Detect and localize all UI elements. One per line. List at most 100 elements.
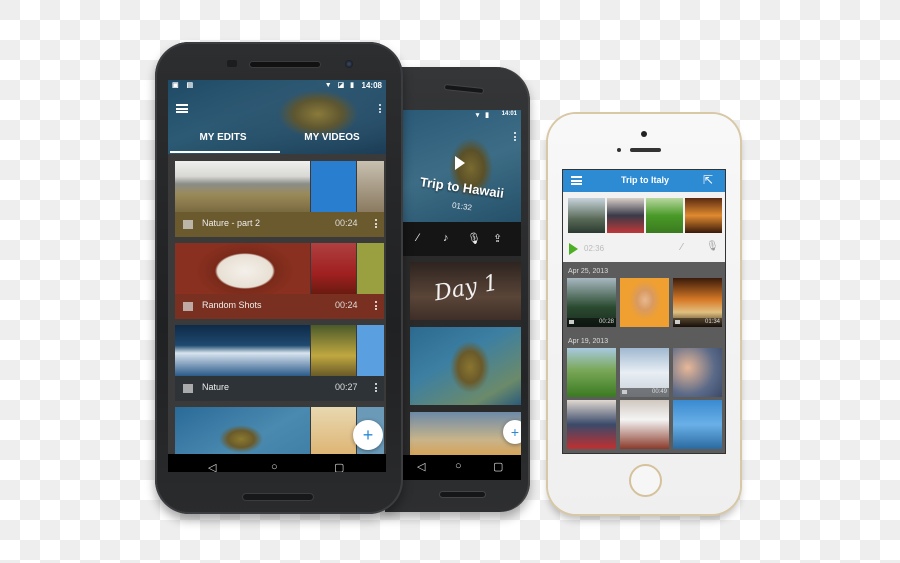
music-note-icon[interactable]: ♪	[443, 232, 449, 244]
card-menu-icon[interactable]	[375, 301, 378, 312]
play-icon[interactable]	[569, 243, 578, 255]
thumbnail-snow-trees	[175, 325, 310, 376]
video-camera-icon	[622, 390, 627, 394]
card-title: Nature	[202, 382, 230, 392]
overflow-menu-icon[interactable]	[514, 132, 517, 143]
project-title: Trip to Italy	[620, 175, 669, 185]
earpiece-speaker	[250, 62, 320, 67]
thumbnail-field	[357, 161, 384, 212]
recents-icon[interactable]: ▢	[493, 460, 503, 473]
nav-bar: ◁ ○ ▢	[168, 454, 386, 472]
upload-icon[interactable]: ⇪	[493, 232, 502, 245]
home-button[interactable]	[629, 464, 662, 497]
gallery-photo[interactable]	[620, 278, 669, 327]
home-icon[interactable]: ○	[271, 461, 278, 472]
section-date: Apr 19, 2013	[568, 338, 609, 345]
add-fab-button[interactable]: +	[503, 420, 521, 444]
card-info-bar: Nature - part 2 00:24	[175, 212, 384, 237]
thumbnail-path	[311, 325, 356, 376]
thumbnail-leaf	[357, 243, 384, 294]
video-duration: 01:34	[704, 319, 720, 325]
tab-my-videos[interactable]: MY VIDEOS	[278, 132, 386, 143]
gallery-video[interactable]: 01:34	[673, 278, 722, 327]
card-menu-icon[interactable]	[375, 383, 378, 394]
status-bar: ▣ ▤ ▼ ◪ ▮ 14:08	[168, 80, 386, 92]
android-phone-front: ▣ ▤ ▼ ◪ ▮ 14:08 MY EDITS MY VIDEOS Natur…	[155, 42, 403, 514]
project-hero[interactable]: 14:01 ▾ ▮ Trip to Hawaii 01:32	[403, 110, 521, 222]
video-card[interactable]: Nature - part 2 00:24	[175, 161, 384, 237]
gallery-video[interactable]: 00:49	[620, 348, 669, 397]
back-icon[interactable]: ◁	[417, 460, 425, 473]
card-info-bar: Random Shots 00:24	[175, 294, 384, 319]
tab-my-edits[interactable]: MY EDITS	[168, 132, 278, 143]
edit-toolbar: ⁄ ♪ 🎙 ⇪	[403, 222, 521, 256]
overflow-menu-icon[interactable]	[379, 104, 382, 115]
share-icon[interactable]: ⇱	[703, 173, 713, 187]
card-info-bar: Nature 00:27	[175, 376, 384, 401]
thumbnail-branch	[311, 161, 356, 212]
video-card[interactable]: Random Shots 00:24	[175, 243, 384, 319]
gallery-photo[interactable]	[620, 400, 669, 449]
tab-indicator	[170, 151, 280, 153]
strip-thumb[interactable]	[607, 198, 644, 233]
gallery-video[interactable]: 00:28	[567, 278, 616, 327]
video-duration: 00:49	[651, 389, 667, 395]
gallery-photo[interactable]	[567, 400, 616, 449]
add-fab-button[interactable]: +	[353, 420, 383, 450]
gallery-photo[interactable]	[673, 400, 722, 449]
clip-turtle[interactable]	[410, 327, 521, 405]
card-menu-icon[interactable]	[375, 219, 378, 230]
strip-thumb[interactable]	[568, 198, 605, 233]
status-time: 14:01	[501, 111, 517, 117]
bottom-speaker	[440, 492, 485, 497]
clip-title-card[interactable]: Day 1	[410, 262, 521, 320]
card-title: Nature - part 2	[202, 218, 261, 228]
android-phone-back: 14:01 ▾ ▮ Trip to Hawaii 01:32 ⁄ ♪ 🎙 ⇪ D…	[385, 67, 530, 512]
card-title: Random Shots	[202, 300, 262, 310]
sensor	[227, 60, 237, 67]
proximity-sensor	[617, 148, 621, 152]
strip-thumb[interactable]	[646, 198, 683, 233]
section-date: Apr 25, 2013	[568, 268, 609, 275]
thumbnail-sky	[357, 325, 384, 376]
status-icons: ▼ ◪ ▮	[324, 82, 356, 89]
microphone-icon[interactable]: 🎙	[706, 241, 719, 252]
nav-bar: Trip to Italy ⇱	[563, 170, 725, 192]
iphone-screen: Trip to Italy ⇱ 02:36 ⁄ 🎙 Apr 25, 2013 0…	[562, 169, 726, 454]
recents-icon[interactable]: ▢	[334, 461, 344, 472]
android-screen-back: 14:01 ▾ ▮ Trip to Hawaii 01:32 ⁄ ♪ 🎙 ⇪ D…	[403, 110, 521, 480]
card-duration: 00:27	[335, 382, 358, 392]
gallery-photo[interactable]	[567, 348, 616, 397]
video-camera-icon	[675, 320, 680, 324]
video-card[interactable]: Nature 00:27	[175, 325, 384, 401]
status-time: 14:08	[361, 81, 382, 90]
video-duration: 00:28	[598, 319, 614, 325]
android-screen-front: ▣ ▤ ▼ ◪ ▮ 14:08 MY EDITS MY VIDEOS Natur…	[168, 80, 386, 472]
gallery-photo[interactable]	[673, 348, 722, 397]
project-strip: 02:36 ⁄ 🎙	[563, 192, 725, 262]
notification-icons: ▣ ▤	[172, 82, 197, 89]
magic-wand-icon[interactable]: ⁄	[681, 242, 683, 253]
thumbnail-teapot	[311, 243, 356, 294]
menu-icon[interactable]	[176, 104, 188, 113]
bottom-speaker	[243, 494, 313, 500]
thumbnail-landscape	[175, 161, 310, 212]
play-icon[interactable]	[455, 156, 465, 170]
status-icons: ▾ ▮	[475, 112, 491, 119]
film-icon	[183, 302, 193, 311]
player-duration: 02:36	[584, 244, 605, 253]
video-camera-icon	[569, 320, 574, 324]
microphone-icon[interactable]: 🎙	[467, 232, 481, 245]
app-header: ▣ ▤ ▼ ◪ ▮ 14:08 MY EDITS MY VIDEOS	[168, 80, 386, 154]
film-icon	[183, 220, 193, 229]
thumbnail-tea	[175, 243, 310, 294]
strip-thumb[interactable]	[685, 198, 722, 233]
earpiece-speaker	[444, 85, 484, 93]
earpiece-speaker	[630, 148, 661, 152]
back-icon[interactable]: ◁	[208, 461, 216, 472]
home-icon[interactable]: ○	[455, 460, 462, 472]
film-icon	[183, 384, 193, 393]
magic-wand-icon[interactable]: ⁄	[417, 232, 419, 244]
card-duration: 00:24	[335, 300, 358, 310]
front-camera	[345, 60, 353, 68]
